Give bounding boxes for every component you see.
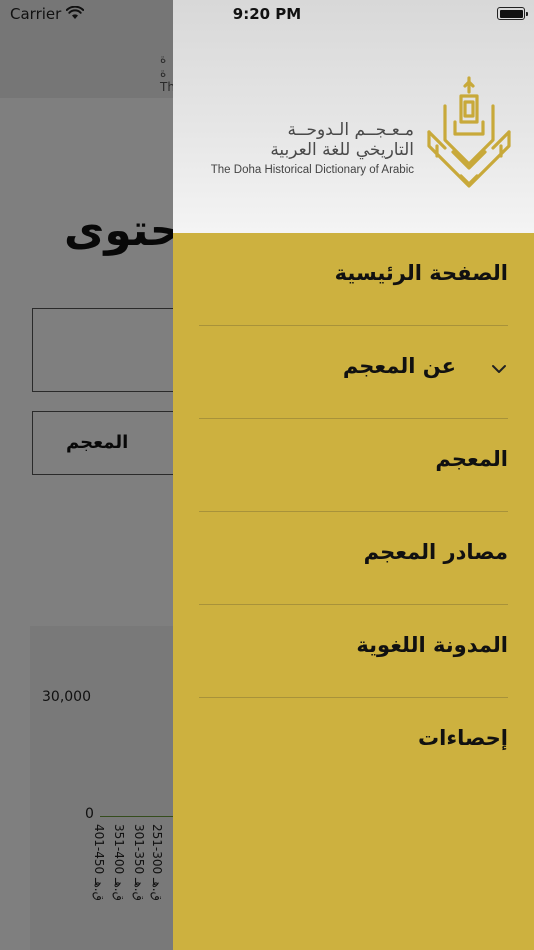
menu-item-label: مصادر المعجم	[363, 540, 508, 564]
menu-item-label: إحصاءات	[418, 726, 508, 750]
drawer-menu: الصفحة الرئيسية عن المعجم المعجم مصادر ا…	[173, 233, 534, 791]
logo-arabic-line2: التاريخي للغة العربية	[270, 140, 414, 160]
menu-item-sources[interactable]: مصادر المعجم	[199, 512, 508, 605]
chevron-down-icon[interactable]	[491, 363, 507, 375]
menu-item-dictionary[interactable]: المعجم	[199, 419, 508, 512]
menu-item-label: المدونة اللغوية	[356, 633, 508, 657]
menu-item-about[interactable]: عن المعجم	[199, 326, 508, 419]
menu-item-label: عن المعجم	[342, 354, 456, 378]
menu-item-label: المعجم	[435, 447, 508, 471]
menu-item-label: الصفحة الرئيسية	[334, 261, 508, 285]
logo-text: مـعـجــم الـدوحــة التاريخي للغة العربية…	[211, 120, 414, 176]
navigation-drawer: مـعـجــم الـدوحــة التاريخي للغة العربية…	[173, 0, 534, 950]
menu-item-statistics[interactable]: إحصاءات	[199, 698, 508, 791]
logo-english: The Doha Historical Dictionary of Arabic	[210, 164, 414, 176]
status-time: 9:20 PM	[232, 5, 302, 23]
menu-item-corpus[interactable]: المدونة اللغوية	[199, 605, 508, 698]
logo-emblem-icon	[427, 76, 511, 188]
logo-arabic-line1: مـعـجــم الـدوحــة	[287, 120, 414, 140]
battery-icon	[497, 7, 528, 20]
menu-item-home[interactable]: الصفحة الرئيسية	[199, 233, 508, 326]
status-bar: Carrier 9:20 PM	[0, 0, 534, 28]
drawer-header: مـعـجــم الـدوحــة التاريخي للغة العربية…	[173, 0, 534, 233]
